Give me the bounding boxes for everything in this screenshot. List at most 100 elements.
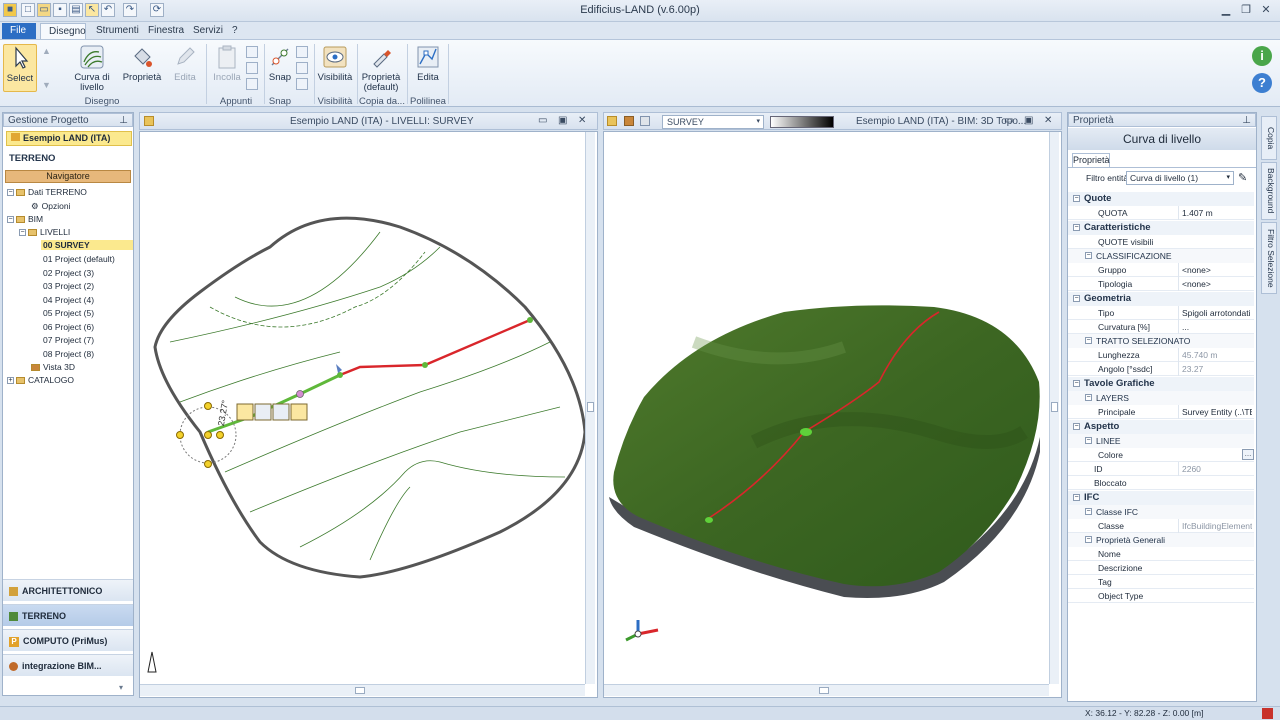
- prop-row-descrizione[interactable]: Descrizione: [1068, 561, 1254, 575]
- cut-icon[interactable]: [246, 62, 258, 74]
- pdf-icon[interactable]: [1262, 708, 1273, 719]
- nav-integrazione-bim[interactable]: integrazione BIM...: [3, 654, 133, 676]
- edita-button[interactable]: Edita: [168, 44, 202, 83]
- restore-icon[interactable]: ▣: [558, 115, 567, 126]
- level-item[interactable]: 00 SURVEY: [41, 240, 133, 250]
- subcategory-layers[interactable]: − LAYERS: [1068, 391, 1254, 405]
- snap-endpoint-icon[interactable]: [296, 46, 308, 58]
- prop-row-principale[interactable]: PrincipaleSurvey Entity (..\TER: [1068, 405, 1254, 419]
- proprieta-button[interactable]: Proprietà: [120, 44, 164, 83]
- navigator-bar[interactable]: Navigatore: [5, 170, 131, 183]
- nav-terreno[interactable]: TERRENO: [3, 604, 133, 626]
- category-caratteristiche[interactable]: − Caratteristiche: [1068, 221, 1254, 235]
- subcategory-classe-ifc[interactable]: − Classe IFC: [1068, 505, 1254, 519]
- subcategory-linee[interactable]: − LINEE: [1068, 434, 1254, 448]
- edit-filter-icon[interactable]: ✎: [1238, 171, 1247, 184]
- prop-row-colore[interactable]: Colore…: [1068, 448, 1254, 462]
- prop-row-tipo[interactable]: Tipo Spigoli arrotondati: [1068, 306, 1254, 320]
- proprieta-default-button[interactable]: Proprietà (default): [360, 44, 402, 93]
- horizontal-scrollbar[interactable]: [140, 684, 585, 696]
- category-geometria[interactable]: − Geometria: [1068, 292, 1254, 306]
- nav-computo[interactable]: P COMPUTO (PriMus): [3, 629, 133, 651]
- level-item[interactable]: 05 Project (5): [43, 308, 94, 318]
- paste-special-icon[interactable]: [246, 78, 258, 90]
- tree-item-catalogo[interactable]: + CATALOGO: [7, 375, 74, 385]
- minimize-icon[interactable]: ▁: [1218, 3, 1234, 17]
- pin-icon[interactable]: ⊥: [119, 114, 128, 127]
- incolla-button[interactable]: Incolla: [210, 44, 244, 83]
- tree-item-dati[interactable]: − Dati TERRENO: [7, 187, 87, 197]
- scroll-up-icon[interactable]: ▲: [42, 46, 51, 56]
- side-tab-filtro-selezione[interactable]: Filtro Selezione: [1261, 222, 1277, 294]
- subcategory-tratto[interactable]: − TRATTO SELEZIONATO: [1068, 334, 1254, 348]
- wireframe-icon[interactable]: [640, 116, 650, 126]
- prop-row-quota[interactable]: QUOTA 1.407 m: [1068, 206, 1254, 220]
- prop-row-quote-visibili[interactable]: QUOTE visibili✓: [1068, 235, 1254, 249]
- collapse-icon[interactable]: −: [1085, 394, 1092, 401]
- category-ifc[interactable]: − IFC: [1068, 491, 1254, 505]
- collapse-icon[interactable]: −: [1085, 437, 1092, 444]
- drawing-canvas-2d[interactable]: 23.27°: [139, 131, 598, 698]
- collapse-icon[interactable]: −: [7, 216, 14, 224]
- prop-row-tag[interactable]: Tag: [1068, 575, 1254, 589]
- tree-item-vista3d[interactable]: Vista 3D: [31, 362, 75, 372]
- scroll-thumb[interactable]: [587, 402, 594, 412]
- vertical-scrollbar[interactable]: [1049, 132, 1059, 684]
- category-aspetto[interactable]: − Aspetto: [1068, 420, 1254, 434]
- drawing-canvas-3d[interactable]: [603, 131, 1062, 698]
- restore-icon[interactable]: ▣: [1024, 115, 1033, 126]
- level-item[interactable]: 06 Project (6): [43, 322, 94, 332]
- pin-icon[interactable]: ⊥: [1242, 114, 1251, 127]
- minimize-icon[interactable]: ▭: [1004, 115, 1013, 126]
- restore-icon[interactable]: ❐: [1238, 3, 1254, 17]
- side-tab-copia[interactable]: Copia: [1261, 116, 1277, 160]
- close-icon[interactable]: ✕: [1044, 115, 1052, 126]
- collapse-icon[interactable]: −: [1073, 224, 1080, 231]
- prop-row-gruppo[interactable]: Gruppo <none>: [1068, 263, 1254, 277]
- subcategory-classificazione[interactable]: − CLASSIFICAZIONE: [1068, 249, 1254, 263]
- category-quote[interactable]: − Quote: [1068, 192, 1254, 206]
- level-item[interactable]: 01 Project (default): [43, 254, 115, 264]
- subcategory-proprieta-generali[interactable]: − Proprietà Generali: [1068, 533, 1254, 547]
- collapse-icon[interactable]: −: [1085, 337, 1092, 344]
- curva-di-livello-button[interactable]: Curva di livello: [70, 44, 114, 93]
- scroll-thumb[interactable]: [819, 687, 829, 694]
- collapse-icon[interactable]: −: [1073, 494, 1080, 501]
- snap-grid-icon[interactable]: [296, 78, 308, 90]
- select-button[interactable]: Select: [3, 44, 37, 92]
- chevron-down-icon[interactable]: ▾: [119, 683, 123, 692]
- entity-filter-dropdown[interactable]: Curva di livello (1) ▾: [1126, 171, 1234, 185]
- project-name[interactable]: Esempio LAND (ITA): [6, 131, 132, 146]
- tab-proprieta[interactable]: Proprietà: [1072, 153, 1110, 167]
- vertical-scrollbar[interactable]: [585, 132, 595, 684]
- close-icon[interactable]: ✕: [1258, 3, 1274, 17]
- level-item[interactable]: 02 Project (3): [43, 268, 94, 278]
- minimize-icon[interactable]: ▭: [538, 115, 547, 126]
- scroll-thumb[interactable]: [355, 687, 365, 694]
- prop-row-nome[interactable]: Nome: [1068, 547, 1254, 561]
- collapse-icon[interactable]: −: [1085, 252, 1092, 259]
- tab-disegno[interactable]: Disegno: [40, 23, 86, 39]
- visibilita-button[interactable]: Visibilità: [317, 44, 353, 83]
- collapse-icon[interactable]: −: [1073, 380, 1080, 387]
- level-item[interactable]: 03 Project (2): [43, 281, 94, 291]
- tab-file[interactable]: File: [2, 23, 36, 39]
- prop-row-tipologia[interactable]: Tipologia <none>: [1068, 277, 1254, 291]
- collapse-icon[interactable]: −: [1073, 295, 1080, 302]
- copy-icon[interactable]: [246, 46, 258, 58]
- scroll-thumb[interactable]: [1051, 402, 1058, 412]
- nav-architettonico[interactable]: ARCHITETTONICO: [3, 579, 133, 601]
- edita-polilinea-button[interactable]: Edita: [412, 44, 444, 83]
- collapse-icon[interactable]: −: [1085, 508, 1092, 515]
- collapse-icon[interactable]: −: [19, 229, 26, 237]
- prop-row-bloccato[interactable]: Bloccato: [1068, 476, 1254, 490]
- snap-midpoint-icon[interactable]: [296, 62, 308, 74]
- prop-row-object-type[interactable]: Object Type: [1068, 589, 1254, 603]
- info-icon[interactable]: i: [1252, 46, 1272, 66]
- snap-button[interactable]: Snap: [266, 44, 294, 83]
- more-options-icon[interactable]: …: [1242, 449, 1254, 460]
- prop-row-curvatura[interactable]: Curvatura [%]...: [1068, 320, 1254, 334]
- collapse-icon[interactable]: −: [1073, 195, 1080, 202]
- tab-help[interactable]: ?: [224, 23, 246, 39]
- tree-item-livelli[interactable]: − LIVELLI: [19, 227, 70, 237]
